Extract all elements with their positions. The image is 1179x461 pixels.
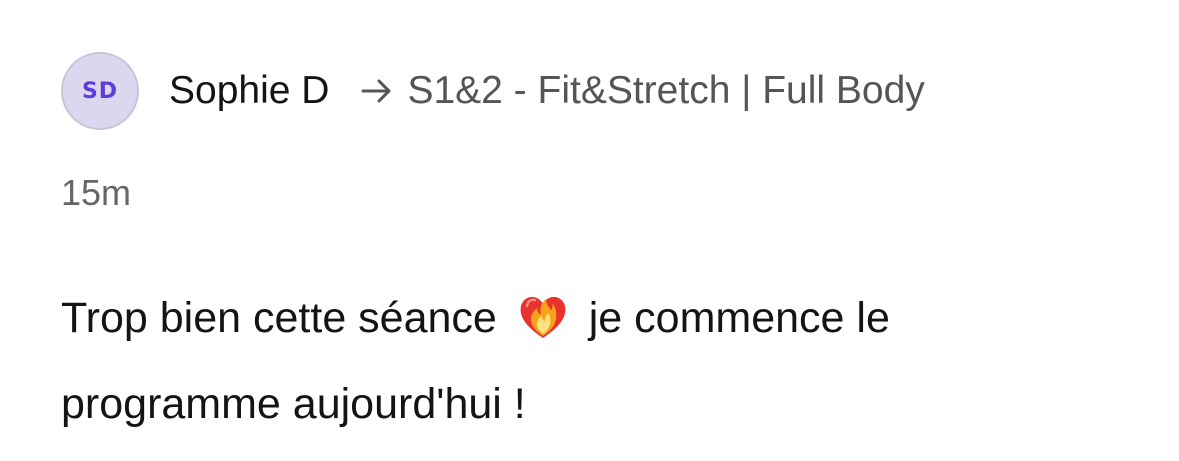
avatar-initials: SD xyxy=(81,78,119,104)
feed-post: SD Sophie D S1&2 - Fit&Stretch | Full Bo… xyxy=(0,0,1179,461)
post-timestamp: 15m xyxy=(61,172,132,213)
avatar[interactable]: SD xyxy=(61,52,139,130)
heart-on-fire-icon xyxy=(520,296,566,338)
author-name[interactable]: Sophie D xyxy=(169,69,329,113)
post-header: SD Sophie D S1&2 - Fit&Stretch | Full Bo… xyxy=(61,50,925,132)
arrow-right-icon xyxy=(361,79,391,103)
message-text-start: Trop bien cette séance xyxy=(61,294,497,342)
post-message: Trop bien cette séance je commence le pr… xyxy=(61,275,1121,447)
target-session-link[interactable]: S1&2 - Fit&Stretch | Full Body xyxy=(407,69,924,113)
